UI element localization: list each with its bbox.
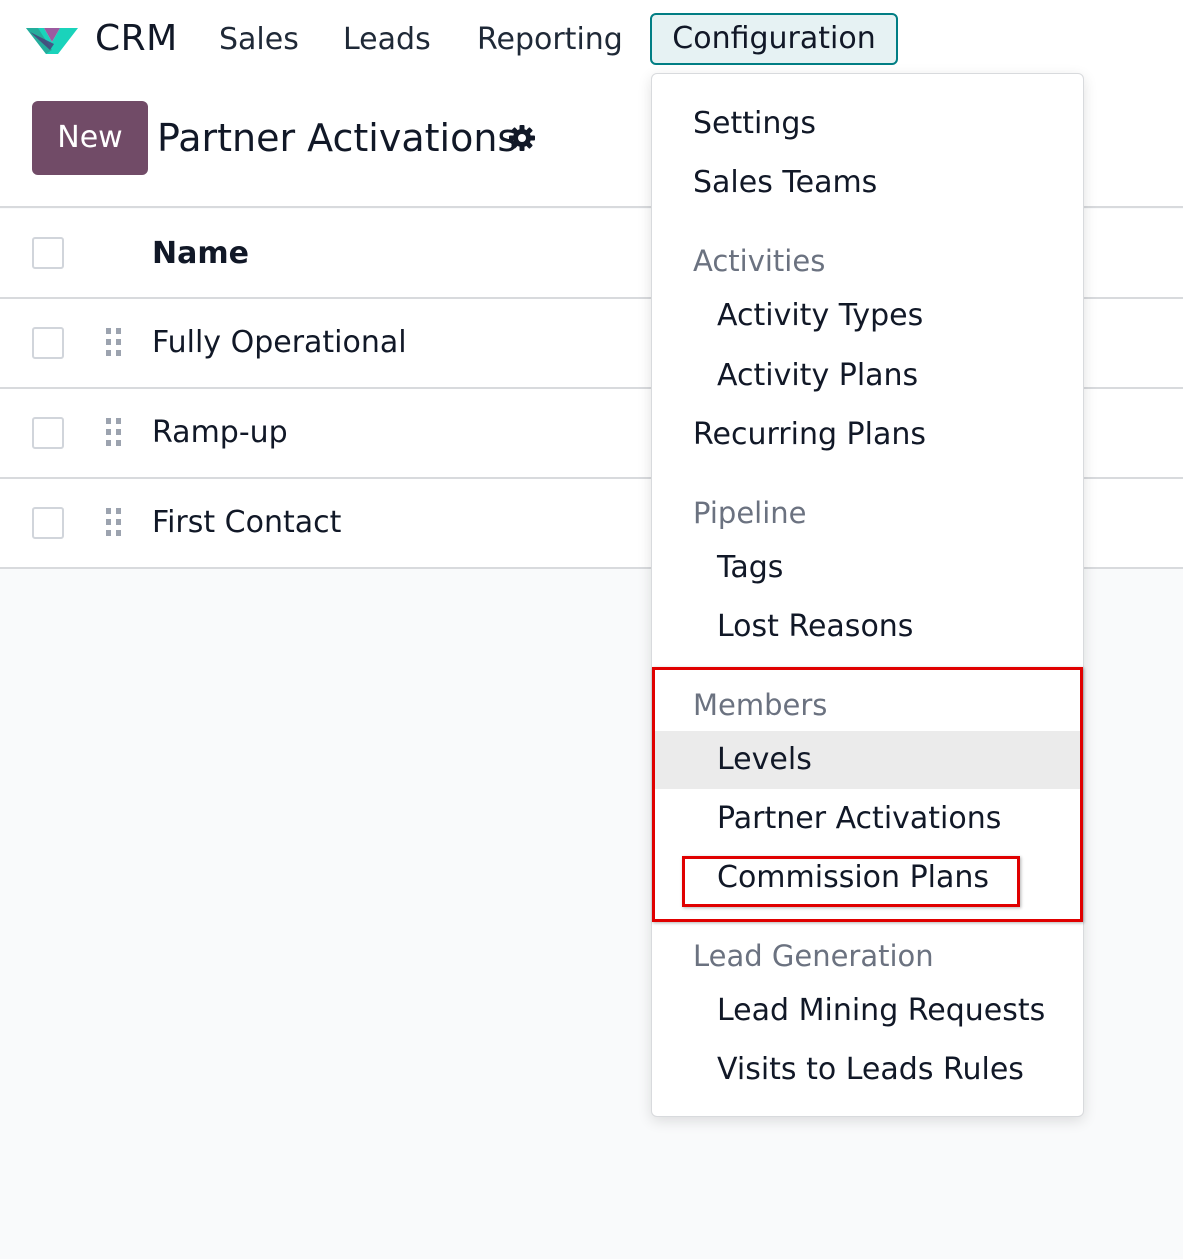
top-navbar: CRM Sales Leads Reporting Configuration	[0, 0, 1183, 82]
row-checkbox[interactable]	[32, 417, 64, 449]
drag-handle-icon[interactable]	[104, 507, 124, 537]
column-header-name[interactable]: Name	[152, 236, 249, 271]
row-name[interactable]: First Contact	[152, 505, 341, 540]
menu-item-lead-mining-requests[interactable]: Lead Mining Requests	[652, 982, 1083, 1040]
row-name[interactable]: Ramp-up	[152, 415, 288, 450]
row-name[interactable]: Fully Operational	[152, 325, 407, 360]
menu-item-partner-activations[interactable]: Partner Activations	[652, 790, 1083, 848]
nav-menu-leads[interactable]: Leads	[343, 22, 431, 57]
gear-icon[interactable]	[508, 124, 536, 152]
configuration-dropdown: Settings Sales Teams Activities Activity…	[651, 73, 1084, 1117]
nav-menu-configuration[interactable]: Configuration	[650, 13, 898, 65]
page-title: Partner Activations	[157, 116, 518, 160]
nav-menu-reporting[interactable]: Reporting	[477, 22, 623, 57]
row-checkbox[interactable]	[32, 507, 64, 539]
select-all-checkbox[interactable]	[32, 237, 64, 269]
menu-item-settings[interactable]: Settings	[652, 95, 1083, 153]
menu-item-visits-to-leads-rules[interactable]: Visits to Leads Rules	[652, 1041, 1083, 1099]
nav-menu-sales[interactable]: Sales	[219, 22, 299, 57]
drag-handle-icon[interactable]	[104, 327, 124, 357]
section-header-members: Members	[693, 688, 828, 722]
section-header-pipeline: Pipeline	[693, 496, 807, 530]
menu-item-levels[interactable]: Levels	[652, 731, 1083, 789]
menu-item-sales-teams[interactable]: Sales Teams	[652, 154, 1083, 212]
section-header-lead-generation: Lead Generation	[693, 939, 934, 973]
drag-handle-icon[interactable]	[104, 417, 124, 447]
menu-item-activity-plans[interactable]: Activity Plans	[652, 347, 1083, 405]
new-button[interactable]: New	[32, 101, 148, 175]
menu-item-tags[interactable]: Tags	[652, 539, 1083, 597]
row-checkbox[interactable]	[32, 327, 64, 359]
menu-item-commission-plans[interactable]: Commission Plans	[652, 849, 1083, 907]
menu-item-lost-reasons[interactable]: Lost Reasons	[652, 598, 1083, 656]
menu-item-activity-types[interactable]: Activity Types	[652, 287, 1083, 345]
app-name[interactable]: CRM	[95, 18, 178, 59]
menu-item-recurring-plans[interactable]: Recurring Plans	[652, 406, 1083, 464]
section-header-activities: Activities	[693, 244, 826, 278]
crm-logo-icon[interactable]	[24, 20, 80, 60]
